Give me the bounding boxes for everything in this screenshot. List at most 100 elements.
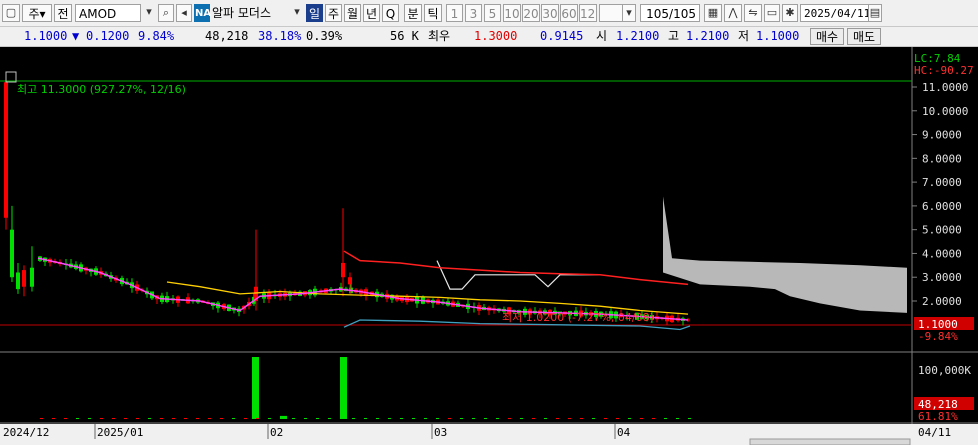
date-tick: 2024/12 — [3, 426, 49, 439]
price-tick-label: 8.0000 — [922, 152, 962, 165]
volume-bar — [424, 418, 427, 419]
speaker-icon[interactable]: ◂ — [176, 4, 192, 22]
current-price: 1.1000 — [24, 29, 68, 43]
volume-bar — [592, 418, 595, 419]
volume-bar — [64, 418, 67, 419]
calendar-icon[interactable]: ▤ — [868, 4, 882, 22]
symbol-input[interactable]: AMOD — [75, 4, 141, 22]
market-select[interactable]: 주▾ — [22, 4, 52, 22]
high-label: 고 — [668, 29, 680, 43]
minute-10[interactable]: 10 — [503, 4, 521, 22]
low-price: 1.1000 — [756, 29, 800, 43]
date-tick: 03 — [434, 426, 447, 439]
buy-button[interactable]: 매수 — [810, 28, 844, 45]
volume-bar — [88, 418, 91, 419]
period-tick[interactable]: 틱 — [424, 4, 442, 22]
volume-bar — [148, 418, 151, 419]
minute-60[interactable]: 60 — [560, 4, 578, 22]
minute-120[interactable]: 120 — [579, 4, 597, 22]
line-tool-icon[interactable]: ⋀ — [724, 4, 742, 22]
volume-bar — [556, 418, 559, 419]
volume-bar — [196, 418, 199, 419]
volume-bar — [496, 418, 499, 419]
volume-bar — [280, 418, 283, 419]
minute-30[interactable]: 30 — [541, 4, 559, 22]
price-tick-label: 3.0000 — [922, 271, 962, 284]
price-axis: 11.0000 10.0000 9.0000 8.0000 7.0000 6.0000 5.… — [912, 81, 968, 308]
period-minute[interactable]: 분 — [404, 4, 422, 22]
open-price: 1.2100 — [616, 29, 660, 43]
volume-bar — [604, 418, 607, 419]
minute-5[interactable]: 5 — [484, 4, 501, 22]
save-icon[interactable]: ▭ — [764, 4, 780, 22]
custom-chevron-icon[interactable]: ▾ — [622, 4, 636, 22]
minute-20[interactable]: 20 — [522, 4, 540, 22]
period-month[interactable]: 월 — [344, 4, 361, 22]
volume-bar — [76, 418, 79, 419]
type-select[interactable]: 전 — [54, 4, 72, 22]
volume-bar — [388, 418, 391, 419]
hc-label: HC:-90.27 — [914, 64, 974, 77]
volume-bar — [292, 418, 295, 419]
volume-bar — [172, 418, 175, 419]
period-day[interactable]: 일 — [306, 4, 323, 22]
volume-bar — [508, 418, 511, 419]
volume-bar — [436, 418, 439, 419]
minute-1[interactable]: 1 — [446, 4, 463, 22]
open-label: 시 — [596, 29, 608, 43]
volume-bar — [220, 418, 223, 419]
candle-body — [4, 82, 8, 218]
volume-k: 56 K — [390, 29, 419, 43]
volume-bar — [616, 418, 619, 419]
candlesticks — [4, 79, 690, 326]
volume-bar — [136, 418, 139, 419]
chart-scrollbar[interactable] — [749, 438, 911, 445]
price-tick-label: 5.0000 — [922, 224, 962, 237]
na-badge: NA — [194, 4, 211, 22]
volume-bar — [544, 418, 547, 419]
volume-bar — [352, 418, 355, 419]
down-arrow-icon: ▼ — [72, 29, 80, 43]
volume-bar — [256, 418, 259, 419]
volume-bar — [640, 418, 643, 419]
grid-icon[interactable]: ▦ — [704, 4, 722, 22]
volume-bar — [568, 418, 571, 419]
price-change: 0.1200 — [86, 29, 130, 43]
chevron-down-icon[interactable]: ▾ — [142, 4, 156, 22]
search-icon[interactable]: ⌕ — [158, 4, 174, 22]
period-year[interactable]: 년 — [363, 4, 380, 22]
volume-bar — [520, 418, 523, 419]
volume-bar — [52, 418, 55, 419]
volume: 48,218 — [205, 29, 249, 43]
best-price: 1.3000 — [474, 29, 518, 43]
max-annotation: 최고 11.3000 (927.27%, 12/16) — [17, 83, 186, 96]
turnover: 0.39% — [306, 29, 343, 43]
line-tool-2-icon[interactable]: ⇋ — [744, 4, 762, 22]
period-quarter[interactable]: Q — [382, 4, 399, 22]
price-chart[interactable]: 11.0000 10.0000 9.0000 8.0000 7.0000 6.0000 5.… — [0, 47, 978, 445]
volume-bar — [244, 418, 247, 419]
candle-body — [10, 229, 14, 278]
volume-bar — [340, 418, 343, 419]
period-week[interactable]: 주 — [325, 4, 342, 22]
price-tick-label: 9.0000 — [922, 129, 962, 142]
volume-bar — [40, 418, 43, 419]
candle-body — [348, 277, 352, 285]
sell-button[interactable]: 매도 — [847, 28, 881, 45]
volume-bar — [676, 418, 679, 419]
volume-bar — [472, 418, 475, 419]
volume-bar — [532, 418, 535, 419]
date-input[interactable]: 2025/04/11 — [800, 4, 870, 22]
date-tick: 2025/01 — [97, 426, 143, 439]
candle-body — [22, 270, 26, 287]
window-icon[interactable]: ▢ — [2, 4, 20, 22]
volume-bar — [268, 418, 271, 419]
volume-bar — [160, 418, 163, 419]
name-chevron-icon[interactable]: ▾ — [290, 4, 304, 22]
minute-3[interactable]: 3 — [465, 4, 482, 22]
volume-bar — [484, 418, 487, 419]
low-label: 저 — [738, 29, 750, 43]
gear-icon[interactable]: ✱ — [782, 4, 798, 22]
price-tick-label: 10.0000 — [922, 105, 968, 118]
best-label: 최우 — [428, 29, 451, 43]
